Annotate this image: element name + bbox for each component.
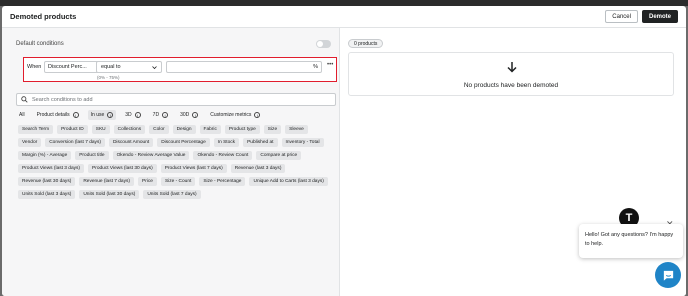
search-conditions-placeholder: Search conditions to add — [32, 96, 93, 103]
tab-label: All — [19, 112, 25, 118]
tab-label: Customize metrics — [210, 112, 252, 118]
tab-all[interactable]: All — [16, 110, 28, 120]
search-icon — [21, 96, 28, 103]
condition-tabs: All Product details i In use i 3D i 7D i 30D i Cust… — [16, 110, 269, 120]
default-conditions-label: Default conditions — [16, 41, 64, 47]
condition-chip[interactable]: In Stock — [213, 138, 240, 147]
cancel-button[interactable]: Cancel — [605, 10, 638, 23]
info-icon[interactable]: i — [162, 112, 169, 118]
condition-chip[interactable]: Design — [172, 125, 196, 134]
demote-button[interactable]: Demote — [641, 10, 678, 23]
condition-operator-select[interactable]: equal to — [96, 61, 162, 73]
condition-chip[interactable]: Fabric — [199, 125, 221, 134]
chat-icon — [663, 270, 673, 281]
empty-state: No products have been demoted — [348, 52, 674, 96]
condition-value-input[interactable]: % — [166, 61, 322, 73]
condition-chips: Search Term Product ID SKU Collections Color… — [18, 125, 334, 203]
info-icon[interactable]: i — [192, 112, 199, 118]
percent-suffix: % — [313, 64, 318, 70]
default-conditions-toggle[interactable] — [316, 40, 331, 48]
condition-chip[interactable]: Discount Amount — [108, 138, 154, 147]
chat-message-bubble[interactable]: Hello! Got any questions? I'm happy to h… — [579, 224, 683, 258]
condition-chip[interactable]: Product Views (last 30 days) — [88, 164, 157, 173]
condition-chip[interactable]: Size — [263, 125, 282, 134]
condition-chip[interactable]: Okendo - Review Average Value — [112, 151, 190, 160]
condition-chip[interactable]: Collections — [113, 125, 146, 134]
chevron-down-icon — [152, 66, 157, 70]
condition-chip[interactable]: Inventory - Total — [281, 138, 324, 147]
condition-chip[interactable]: Conversion (last 7 days) — [45, 138, 105, 147]
tab-3d[interactable]: 3D i — [122, 110, 143, 120]
tab-label: 3D — [125, 112, 132, 118]
info-icon[interactable]: i — [72, 112, 79, 118]
condition-chip[interactable]: Units Sold (last 7 days) — [143, 190, 201, 199]
tab-label: Product details — [36, 112, 70, 118]
condition-chip[interactable]: Product Views (last 3 days) — [18, 164, 85, 173]
empty-state-message: No products have been demoted — [463, 82, 559, 89]
tab-label: 7D — [152, 112, 160, 118]
tab-label: 30D — [180, 112, 190, 118]
search-conditions-field[interactable]: Search conditions to add — [16, 93, 336, 106]
tab-customize-metrics[interactable]: Customize metrics i — [207, 110, 263, 120]
condition-chip[interactable]: SKU — [91, 125, 110, 134]
product-count-badge: 0 products — [348, 39, 384, 48]
when-label: When — [27, 64, 42, 70]
chat-message-text: Hello! Got any questions? I'm happy to h… — [585, 232, 674, 247]
value-range-hint: (0% - 75%) — [97, 75, 120, 80]
conditions-panel: Default conditions When Discount Perc...… — [2, 28, 340, 296]
condition-chip[interactable]: Revenue (last 3 days) — [230, 164, 286, 173]
modal-header: Demoted products Cancel Demote — [2, 6, 686, 28]
condition-chip[interactable]: Discount Percentage — [157, 138, 210, 147]
condition-chip[interactable]: Product ID — [57, 125, 88, 134]
condition-chip[interactable]: Search Term — [18, 125, 54, 134]
info-icon[interactable]: i — [254, 112, 261, 118]
condition-chip[interactable]: Published at — [243, 138, 278, 147]
info-icon[interactable]: i — [134, 112, 141, 118]
info-icon[interactable]: i — [107, 112, 114, 118]
condition-chip[interactable]: Product type — [224, 125, 260, 134]
more-options-icon[interactable]: ••• — [327, 62, 333, 68]
condition-chip[interactable]: Unique Add to Carts (last 3 days) — [249, 177, 328, 186]
chat-launcher-button[interactable] — [655, 262, 681, 288]
modal-title: Demoted products — [10, 12, 77, 21]
condition-chip[interactable]: Margin (%) - Average — [18, 151, 72, 160]
condition-chip[interactable]: Size - Count — [160, 177, 196, 186]
condition-chip[interactable]: Product Views (last 7 days) — [160, 164, 227, 173]
tab-30d[interactable]: 30D i — [177, 110, 201, 120]
condition-chip[interactable]: Size - Percentage — [199, 177, 246, 186]
condition-operator-value: equal to — [101, 64, 121, 70]
condition-chip[interactable]: Vendor — [18, 138, 42, 147]
condition-field-value: Discount Perc... — [48, 64, 87, 70]
condition-row: When Discount Perc... equal to % ••• (0%… — [23, 57, 337, 82]
condition-chip[interactable]: Sleeve — [285, 125, 308, 134]
tab-label: In use — [90, 112, 105, 118]
condition-chip[interactable]: Units Sold (last 30 days) — [79, 190, 140, 199]
tab-product-details[interactable]: Product details i — [34, 110, 82, 120]
tab-7d[interactable]: 7D i — [150, 110, 171, 120]
condition-chip[interactable]: Okendo - Review Count — [193, 151, 253, 160]
tab-in-use[interactable]: In use i — [87, 110, 117, 120]
condition-chip[interactable]: Units Sold (last 3 days) — [18, 190, 76, 199]
condition-chip[interactable]: Revenue (last 7 days) — [79, 177, 134, 186]
condition-chip[interactable]: Product title — [75, 151, 109, 160]
condition-chip[interactable]: Color — [149, 125, 169, 134]
condition-chip[interactable]: Price — [138, 177, 157, 186]
arrow-down-icon — [507, 62, 517, 73]
condition-chip[interactable]: Revenue (last 30 days) — [18, 177, 76, 186]
condition-chip[interactable]: Compare at price — [256, 151, 302, 160]
